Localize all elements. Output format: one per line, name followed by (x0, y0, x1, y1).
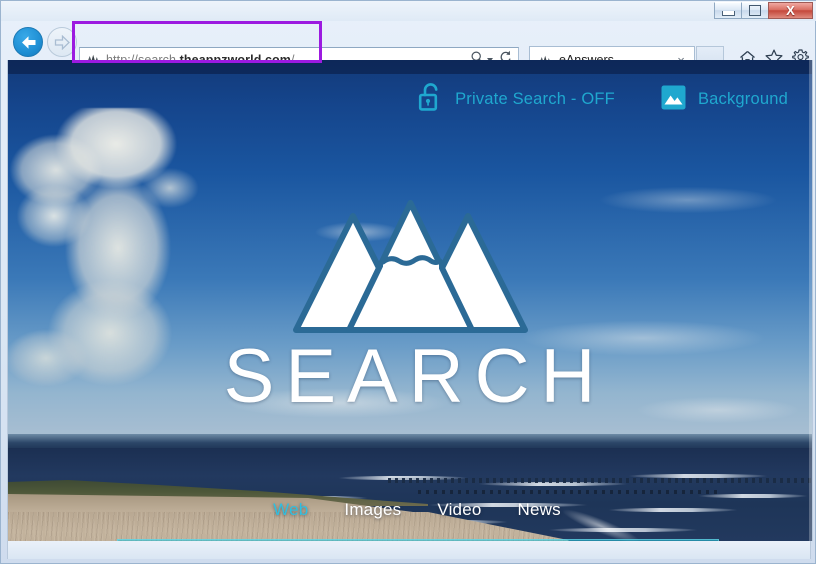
tab-images[interactable]: Images (344, 500, 401, 520)
close-icon: X (786, 3, 795, 18)
forward-button[interactable] (47, 27, 77, 57)
page-top-links: Private Search - OFF Background (417, 82, 788, 117)
minimize-icon (721, 10, 735, 16)
forward-arrow-icon (54, 34, 70, 50)
window-controls: X (714, 2, 813, 19)
tab-news[interactable]: News (518, 500, 561, 520)
background-label: Background (697, 90, 788, 108)
unlock-icon (417, 82, 443, 117)
window-frame: X Private Search - OFF Background SEARCH… (0, 0, 816, 564)
restore-icon (749, 5, 761, 16)
back-button[interactable] (13, 27, 43, 57)
tab-web[interactable]: Web (273, 500, 308, 520)
mountain-logo (292, 200, 528, 333)
back-arrow-icon (21, 35, 35, 49)
background-button[interactable]: Background (661, 85, 788, 115)
site-wordmark: SEARCH (223, 334, 607, 419)
browser-window: X Private Search - OFF Background SEARCH… (0, 0, 816, 564)
title-bar[interactable]: X (1, 1, 816, 21)
page-viewport: Private Search - OFF Background SEARCH W… (7, 60, 813, 541)
image-icon (661, 85, 686, 115)
status-bar (7, 541, 811, 559)
private-search-label: Private Search - OFF (455, 90, 615, 108)
viewport-right-edge (809, 60, 812, 541)
tab-video[interactable]: Video (437, 500, 481, 520)
private-search-toggle[interactable]: Private Search - OFF (417, 82, 615, 117)
navigation-toolbar: http://search.theappzworld.com/ (1, 21, 816, 73)
restore-button[interactable] (741, 2, 769, 19)
minimize-button[interactable] (714, 2, 742, 19)
breakwater-posts (388, 478, 812, 483)
top-overlay-strip (8, 60, 812, 74)
close-button[interactable]: X (768, 2, 813, 19)
site-logo: SEARCH (8, 200, 812, 415)
search-category-tabs: Web Images Video News (8, 500, 812, 520)
